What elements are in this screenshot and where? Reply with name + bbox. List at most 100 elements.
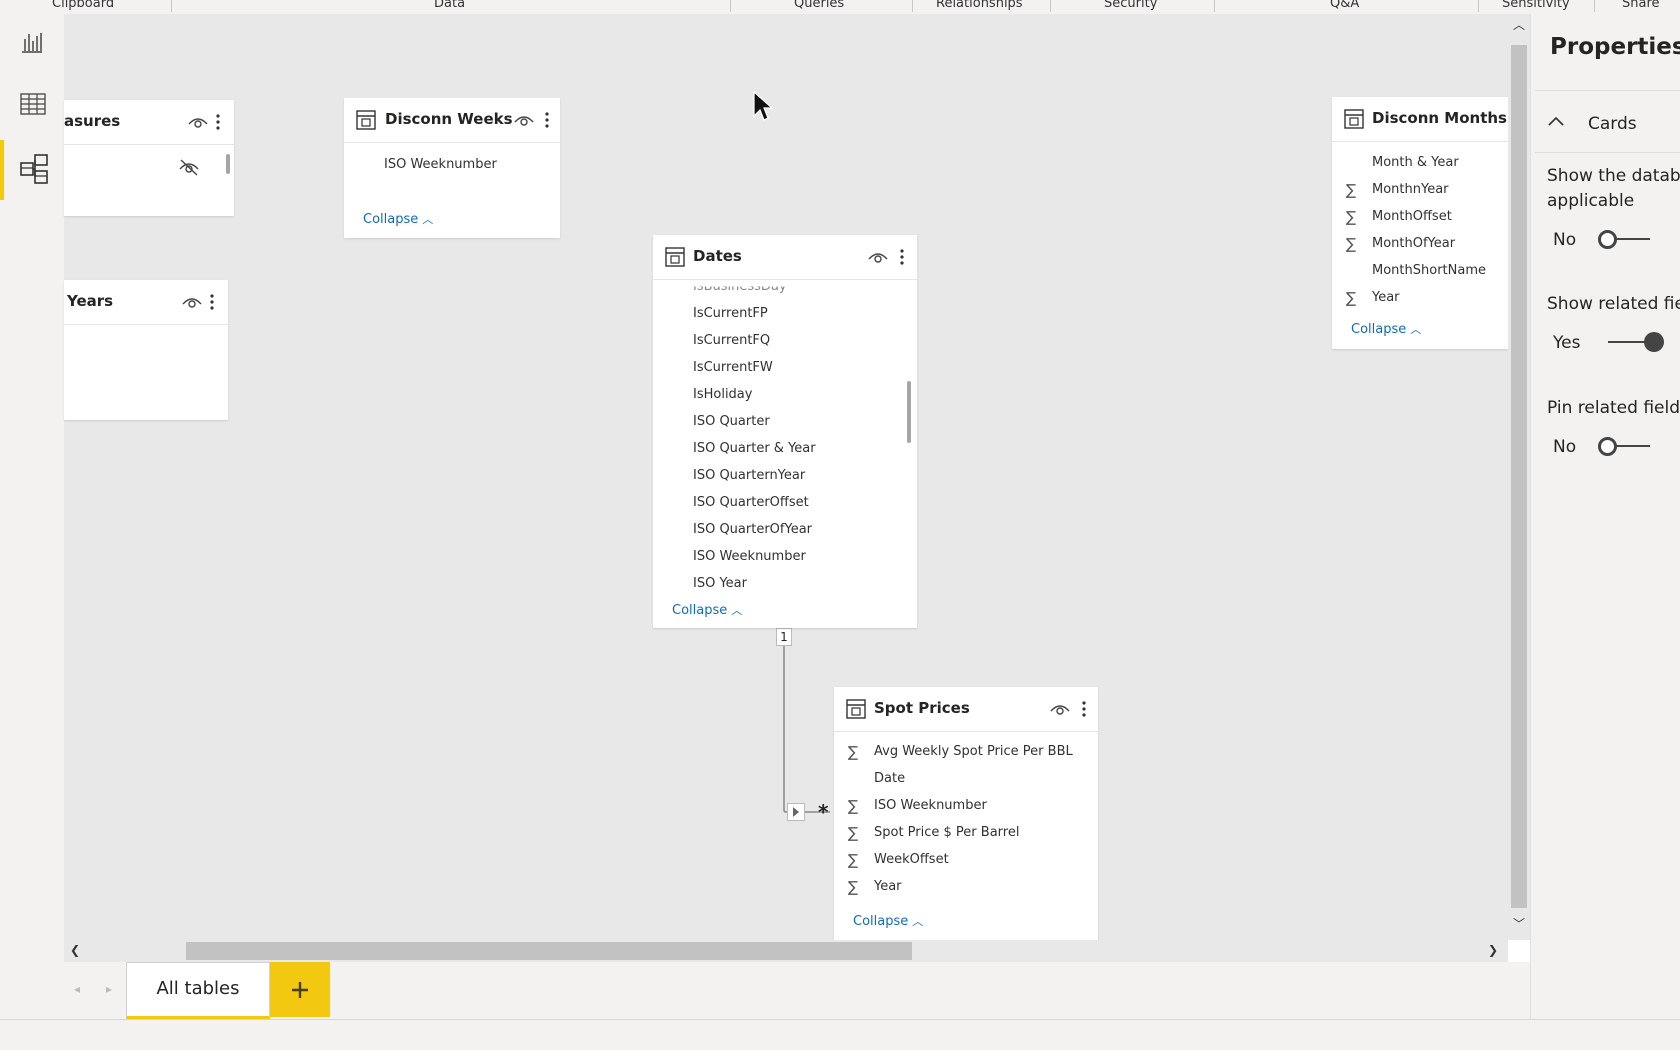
scroll-left-icon[interactable]: ❮ [70, 943, 80, 957]
tab-all-tables[interactable]: All tables [126, 962, 270, 1019]
field-item[interactable]: ISO Weeknumber [693, 549, 806, 564]
card-header: Spot Prices [834, 687, 1098, 732]
field-item[interactable]: Avg Weekly Spot Price Per BBL [874, 744, 1073, 759]
more-options-icon[interactable] [899, 247, 905, 267]
chevron-up-icon: ︿ [731, 604, 743, 617]
sigma-icon: ∑ [848, 797, 859, 815]
card-scrollbar[interactable] [226, 154, 230, 174]
table-card-disconn-months[interactable]: Disconn Months Month & Year ∑ MonthnYear… [1332, 97, 1508, 349]
scroll-up-icon[interactable]: ︿ [1513, 16, 1525, 33]
horizontal-scrollbar-thumb[interactable] [186, 942, 912, 960]
ribbon-group-queries[interactable]: Queries [794, 0, 844, 11]
visibility-eye-icon[interactable] [188, 115, 208, 129]
field-item[interactable]: IsCurrentFQ [693, 333, 770, 348]
tab-label: All tables [156, 978, 240, 999]
field-item[interactable]: ISO QuarterOffset [693, 495, 809, 510]
table-card-years[interactable]: Years [64, 280, 228, 420]
ribbon-group-sensitivity[interactable]: Sensitivity [1502, 0, 1570, 11]
table-icon [356, 110, 376, 130]
collapse-link[interactable]: Collapse ︿ [363, 211, 433, 227]
field-item[interactable]: MonthOffset [1372, 209, 1452, 224]
field-item[interactable]: MonthOfYear [1372, 236, 1455, 251]
field-item[interactable]: ISO QuarterOfYear [693, 522, 812, 537]
field-item[interactable]: Month & Year [1372, 155, 1459, 170]
scroll-down-icon[interactable]: ﹀ [1513, 915, 1525, 932]
field-item[interactable]: Date [874, 771, 905, 786]
card-title: Dates [693, 247, 742, 265]
relationship-one-marker: 1 [776, 628, 792, 646]
divider [1535, 152, 1680, 153]
show-related-value: Yes [1553, 333, 1581, 353]
hidden-eye-icon[interactable] [178, 158, 200, 176]
table-card-measures[interactable]: asures [64, 100, 234, 216]
visibility-eye-icon[interactable] [514, 113, 534, 127]
chevron-up-icon: ︿ [422, 213, 434, 226]
ribbon-group-security[interactable]: Security [1104, 0, 1157, 11]
ribbon-group-clipboard[interactable]: Clipboard [52, 0, 114, 11]
more-options-icon[interactable] [544, 110, 550, 130]
scroll-right-icon[interactable]: ❯ [1488, 943, 1498, 957]
view-rail [0, 14, 64, 1019]
more-options-icon[interactable] [215, 112, 221, 132]
tab-prev-icon[interactable]: ◂ [74, 982, 80, 996]
collapse-link[interactable]: Collapse ︿ [1351, 321, 1421, 337]
ribbon-group-qa[interactable]: Q&A [1330, 0, 1359, 11]
card-title: Disconn Weeks [385, 110, 513, 128]
section-title: Cards [1588, 114, 1637, 134]
field-item[interactable]: IsHoliday [693, 387, 752, 402]
sigma-icon: ∑ [848, 851, 859, 869]
data-view-button[interactable] [0, 76, 64, 134]
table-icon [1344, 109, 1364, 129]
field-item[interactable]: ISO Weeknumber [874, 798, 987, 813]
field-item[interactable]: MonthShortName [1372, 263, 1486, 278]
ribbon-group-share[interactable]: Share [1622, 0, 1660, 11]
field-item[interactable]: MonthnYear [1372, 182, 1449, 197]
table-card-disconn-weeks[interactable]: Disconn Weeks ISO Weeknumber Collapse ︿ [344, 98, 560, 238]
show-related-toggle[interactable] [1608, 331, 1666, 353]
card-header: Years [64, 280, 228, 325]
show-database-value: No [1553, 230, 1577, 250]
field-item[interactable]: IsCurrentFW [693, 360, 773, 375]
visibility-eye-icon[interactable] [868, 250, 888, 264]
field-item[interactable]: ISO Quarter & Year [693, 441, 816, 456]
collapse-link[interactable]: Collapse ︿ [672, 602, 742, 618]
field-item[interactable]: Year [1372, 290, 1400, 305]
sigma-icon: ∑ [1346, 181, 1357, 199]
field-item[interactable]: ISO Weeknumber [384, 157, 497, 172]
divider [1535, 90, 1680, 91]
vertical-scrollbar-thumb[interactable] [1511, 45, 1527, 908]
field-item[interactable]: ISO Year [693, 576, 747, 591]
ribbon: Clipboard Data Queries Relationships Sec… [0, 0, 1680, 15]
card-header: Disconn Months [1332, 97, 1508, 142]
sigma-icon: ∑ [848, 743, 859, 761]
field-item[interactable]: ISO Quarter [693, 414, 770, 429]
collapse-link[interactable]: Collapse ︿ [853, 913, 923, 929]
card-scrollbar[interactable] [907, 381, 911, 443]
field-item-partial[interactable]: IsBusinessDay [693, 287, 787, 295]
field-item[interactable]: ISO QuarternYear [693, 468, 805, 483]
visibility-eye-icon[interactable] [182, 295, 202, 309]
relationship-line[interactable] [760, 620, 840, 820]
data-view-icon [20, 93, 46, 115]
cards-section-header[interactable]: Cards [1546, 110, 1680, 140]
ribbon-group-relationships[interactable]: Relationships [936, 0, 1023, 11]
report-view-button[interactable] [0, 14, 64, 72]
visibility-eye-icon[interactable] [1050, 702, 1070, 716]
properties-title: Properties [1550, 34, 1680, 60]
ribbon-group-data[interactable]: Data [434, 0, 465, 11]
field-item[interactable]: Spot Price $ Per Barrel [874, 825, 1019, 840]
chevron-up-icon: ︿ [1410, 323, 1422, 336]
card-title: Spot Prices [874, 699, 970, 717]
more-options-icon[interactable] [1081, 699, 1087, 719]
model-view-button[interactable] [0, 138, 64, 196]
field-item[interactable]: IsCurrentFP [693, 306, 768, 321]
pin-related-toggle[interactable] [1598, 435, 1654, 457]
table-card-dates[interactable]: IsBusinessDay Dates IsCurrentFP IsCurren… [653, 235, 917, 628]
show-database-toggle[interactable] [1598, 228, 1654, 250]
more-options-icon[interactable] [209, 292, 215, 312]
field-item[interactable]: WeekOffset [874, 852, 949, 867]
add-layout-button[interactable] [270, 962, 330, 1017]
table-card-spot-prices[interactable]: Spot Prices ∑ Avg Weekly Spot Price Per … [834, 687, 1098, 940]
tab-next-icon[interactable]: ▸ [106, 982, 112, 996]
field-item[interactable]: Year [874, 879, 902, 894]
